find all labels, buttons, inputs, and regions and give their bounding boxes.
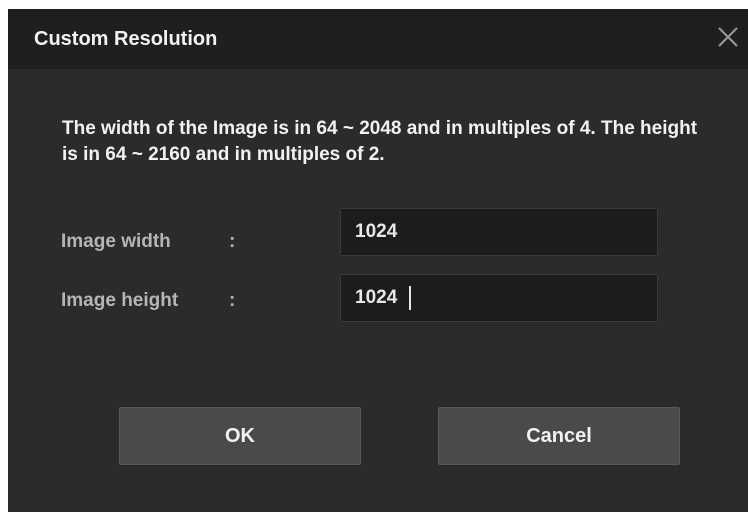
cancel-button[interactable]: Cancel bbox=[438, 407, 680, 465]
dialog-titlebar: Custom Resolution bbox=[8, 9, 748, 69]
image-height-label: Image height bbox=[61, 290, 179, 311]
ok-button[interactable]: OK bbox=[119, 407, 361, 465]
image-width-label: Image width bbox=[61, 231, 171, 252]
close-button[interactable] bbox=[708, 17, 748, 57]
resolution-instructions: The width of the Image is in 64 ~ 2048 a… bbox=[62, 118, 698, 165]
dialog-title: Custom Resolution bbox=[34, 28, 218, 50]
image-height-input[interactable] bbox=[340, 274, 658, 322]
image-height-colon: : bbox=[229, 290, 236, 311]
image-width-input[interactable] bbox=[340, 208, 658, 256]
close-icon bbox=[718, 27, 738, 47]
custom-resolution-dialog: Custom Resolution The width of the Image… bbox=[8, 9, 748, 512]
image-width-colon: : bbox=[229, 231, 236, 252]
text-caret bbox=[409, 286, 411, 310]
